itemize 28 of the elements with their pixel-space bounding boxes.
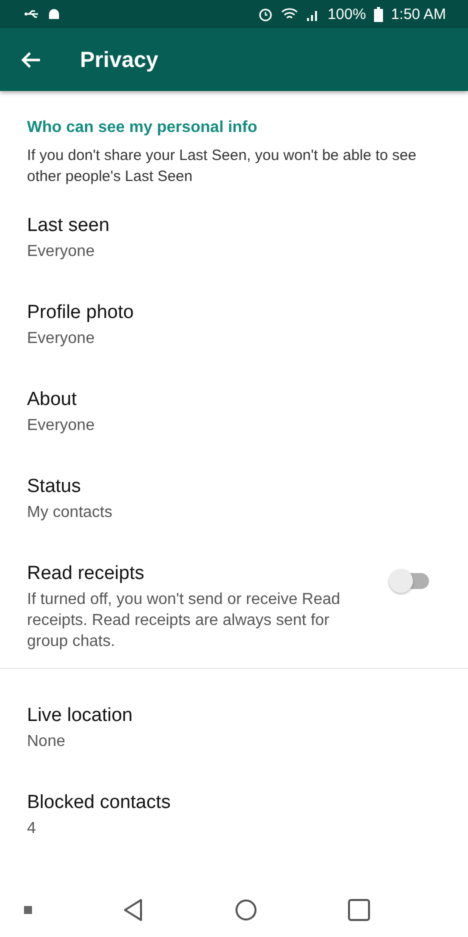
setting-value: My contacts	[27, 503, 114, 523]
setting-title[interactable]: Live location	[27, 705, 441, 727]
section-header: Who can see my personal info	[26, 119, 258, 137]
home-circle-icon[interactable]	[234, 898, 257, 920]
section-description: If you don't share your Last Seen, you won't be able to see other people's Last Seen	[26, 146, 418, 187]
setting-title[interactable]: Last seen	[27, 215, 441, 237]
setting-value: Everyone	[27, 329, 96, 349]
setting-title[interactable]: About	[27, 389, 441, 411]
setting-value: None	[27, 732, 66, 752]
screen-title: Privacy	[80, 46, 158, 72]
setting-title[interactable]: Blocked contacts	[27, 792, 441, 814]
toggle-switch[interactable]	[389, 569, 431, 593]
wifi-icon	[280, 7, 298, 21]
clock: 1:50 AM	[390, 6, 446, 22]
battery-icon	[374, 6, 383, 22]
setting-value: Everyone	[27, 416, 96, 436]
setting-title[interactable]: Read receipts	[27, 563, 359, 585]
back-button[interactable]	[20, 50, 42, 68]
setting-value: If turned off, you won't send or receive Read receipts. Read receipts are always sent for group chats.	[27, 590, 342, 652]
setting-title[interactable]: Profile photo	[27, 302, 441, 324]
alarm-icon	[258, 6, 273, 22]
battery-level: 100%	[328, 6, 366, 22]
setting-value: 4	[27, 819, 37, 839]
setting-title[interactable]: Status	[27, 476, 441, 498]
recents-square-icon[interactable]	[348, 898, 370, 920]
setting-value: Everyone	[27, 242, 96, 262]
usb-icon	[24, 9, 40, 19]
back-triangle-icon[interactable]	[123, 898, 144, 920]
